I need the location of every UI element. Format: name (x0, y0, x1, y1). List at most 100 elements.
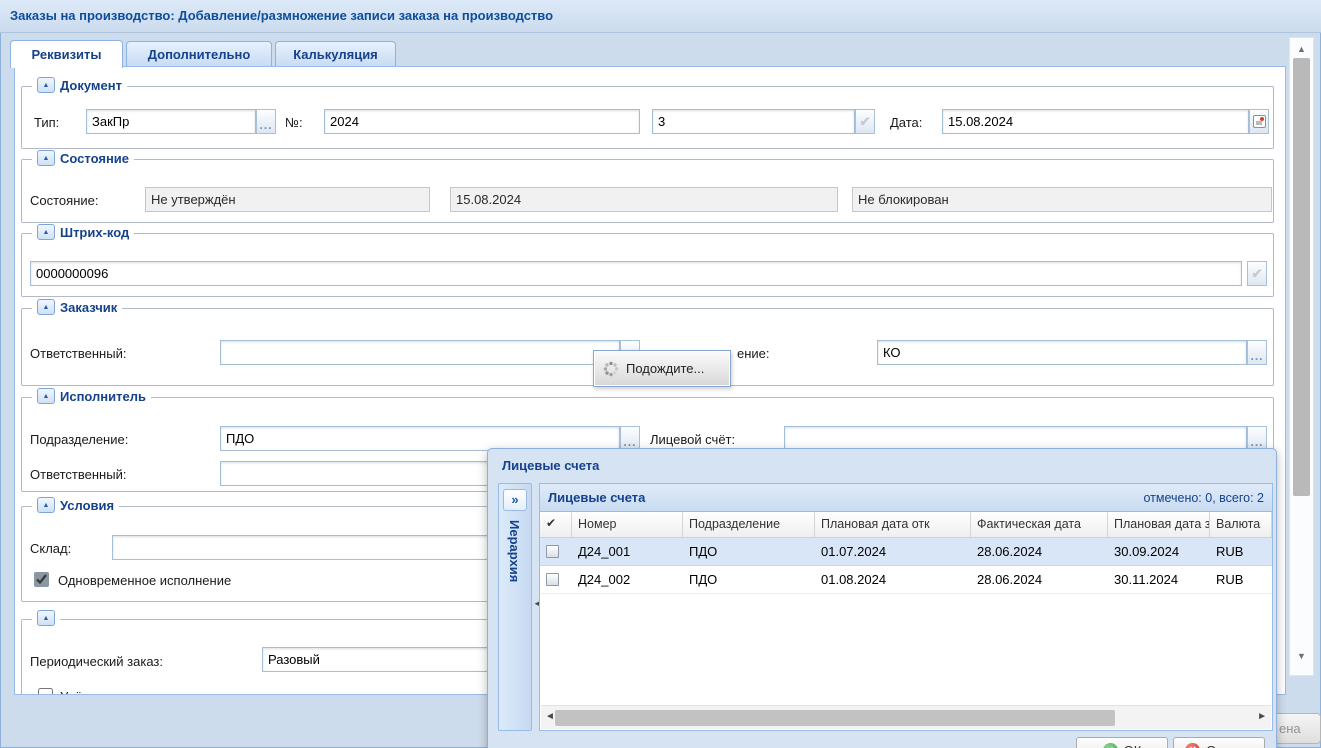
cancel-x-icon: ✘ (1185, 743, 1200, 748)
wait-popup-text: Подождите... (626, 361, 704, 376)
executor-division-label: Подразделение: (30, 432, 128, 447)
collapse-state-button[interactable]: ▲ (37, 150, 55, 166)
fieldset-barcode: ▲ Штрих-код ✔ (21, 233, 1274, 297)
fieldset-executor-legend: Исполнитель (60, 389, 146, 404)
column-currency[interactable]: Валюта (1210, 512, 1272, 537)
scroll-up-icon[interactable]: ▲ (1290, 44, 1313, 54)
calendar-label: Учёт календаря (60, 689, 156, 695)
customer-responsible-label: Ответственный: (30, 346, 126, 361)
date-picker-button[interactable] (1249, 109, 1269, 134)
customer-division-lookup-button[interactable]: ... (1247, 340, 1267, 365)
collapse-conditions-button[interactable]: ▲ (37, 497, 55, 513)
tab-kalkulyaciya[interactable]: Калькуляция (275, 41, 396, 67)
confirm-barcode-button[interactable]: ✔ (1247, 261, 1267, 286)
number-label: №: (285, 115, 303, 130)
cell-fact-open: 28.06.2024 (971, 572, 1108, 587)
customer-division-input[interactable] (877, 340, 1247, 365)
tab-dopolnitelno[interactable]: Дополнительно (126, 41, 272, 67)
scroll-left-icon[interactable]: ◄ (545, 711, 555, 722)
cell-plan-close: 30.11.2024 (1108, 572, 1210, 587)
cell-number: Д24_002 (572, 572, 683, 587)
calendar-icon (1253, 115, 1266, 128)
ok-button-label: ОК (1124, 743, 1142, 748)
status-field (145, 187, 430, 212)
main-scrollbar[interactable]: ▲ ▼ (1289, 37, 1314, 676)
tab-rekvizity[interactable]: Реквизиты (10, 40, 123, 68)
simultaneous-label: Одновременное исполнение (58, 573, 231, 588)
collapse-customer-button[interactable]: ▲ (37, 299, 55, 315)
hscrollbar-thumb[interactable] (555, 710, 1115, 726)
column-plan-open[interactable]: Плановая дата отк (815, 512, 971, 537)
fieldset-conditions-legend: Условия (60, 498, 114, 513)
type-input[interactable] (86, 109, 256, 134)
warehouse-label: Склад: (30, 541, 71, 556)
column-plan-close[interactable]: Плановая дата зак (1108, 512, 1210, 537)
scrollbar-thumb[interactable] (1293, 58, 1310, 496)
window-title: Заказы на производство: Добавление/размн… (10, 8, 553, 23)
cell-number: Д24_001 (572, 544, 683, 559)
cell-currency: RUB (1210, 572, 1272, 587)
grid-horizontal-scrollbar[interactable]: ◄ ► (541, 705, 1271, 729)
row-checkbox[interactable] (546, 545, 559, 558)
column-select-all[interactable]: ✔ (540, 512, 572, 537)
expand-sidebar-button[interactable]: » (503, 489, 527, 511)
barcode-input[interactable] (30, 261, 1242, 286)
scroll-down-icon[interactable]: ▼ (1290, 651, 1313, 661)
cell-plan-open: 01.07.2024 (815, 544, 971, 559)
collapse-document-button[interactable]: ▲ (37, 77, 55, 93)
grid-header: Лицевые счета отмечено: 0, всего: 2 (540, 484, 1272, 512)
account-label: Лицевой счёт: (650, 432, 735, 447)
row-checkbox[interactable] (546, 573, 559, 586)
fieldset-customer-legend: Заказчик (60, 300, 117, 315)
calendar-checkbox[interactable] (38, 688, 53, 695)
collapse-executor-button[interactable]: ▲ (37, 388, 55, 404)
ok-button[interactable]: ✔ ОК (1076, 737, 1168, 748)
simultaneous-checkbox[interactable] (34, 572, 49, 587)
confirm-number-button[interactable]: ✔ (855, 109, 875, 134)
cancel-button-partial[interactable]: ена (1277, 713, 1321, 744)
column-division[interactable]: Подразделение (683, 512, 815, 537)
column-fact-open[interactable]: Фактическая дата (971, 512, 1108, 537)
cell-division: ПДО (683, 572, 815, 587)
fieldset-state-legend: Состояние (60, 151, 129, 166)
fieldset-state: ▲ Состояние Состояние: (21, 159, 1274, 223)
accounts-grid: Лицевые счета отмечено: 0, всего: 2 ✔ Но… (539, 483, 1273, 731)
grid-counter: отмечено: 0, всего: 2 (1143, 491, 1264, 505)
cell-fact-open: 28.06.2024 (971, 544, 1108, 559)
check-icon: ✔ (860, 114, 871, 129)
state-label: Состояние: (30, 193, 98, 208)
grid-title: Лицевые счета (548, 490, 645, 505)
block-status-field (852, 187, 1272, 212)
status-date-field (450, 187, 838, 212)
hierarchy-sidebar: » Иерархия (498, 483, 532, 731)
executor-responsible-label: Ответственный: (30, 467, 126, 482)
cell-currency: RUB (1210, 544, 1272, 559)
cell-plan-open: 01.08.2024 (815, 572, 971, 587)
dialog-cancel-button[interactable]: ✘ Отмена (1173, 737, 1265, 748)
ok-check-icon: ✔ (1103, 743, 1118, 748)
app-window: Заказы на производство: Добавление/размн… (0, 0, 1321, 748)
periodic-order-label: Периодический заказ: (30, 654, 163, 669)
dialog-title: Лицевые счета (502, 458, 599, 473)
table-row[interactable]: Д24_001 ПДО 01.07.2024 28.06.2024 30.09.… (540, 538, 1272, 566)
select-all-check-icon: ✔ (546, 516, 556, 530)
cancel-button-label: Отмена (1206, 743, 1253, 748)
cell-division: ПДО (683, 544, 815, 559)
wait-popup: Подождите... (593, 350, 731, 387)
fieldset-document-legend: Документ (60, 78, 122, 93)
grid-column-headers: ✔ Номер Подразделение Плановая дата отк … (540, 512, 1272, 538)
collapse-periodic-button[interactable]: ▲ (37, 610, 55, 626)
sidebar-tab-hierarchy[interactable]: Иерархия (507, 520, 522, 582)
customer-responsible-input[interactable] (220, 340, 620, 365)
type-lookup-button[interactable]: ... (256, 109, 276, 134)
date-input[interactable] (942, 109, 1249, 134)
fieldset-document: ▲ Документ Тип: ... №: ✔ Дата: (21, 86, 1274, 149)
number-year-input[interactable] (324, 109, 640, 134)
table-row[interactable]: Д24_002 ПДО 01.08.2024 28.06.2024 30.11.… (540, 566, 1272, 594)
column-number[interactable]: Номер (572, 512, 683, 537)
cell-plan-close: 30.09.2024 (1108, 544, 1210, 559)
scroll-right-icon[interactable]: ► (1257, 711, 1267, 722)
number-seq-input[interactable] (652, 109, 855, 134)
date-label: Дата: (890, 115, 922, 130)
collapse-barcode-button[interactable]: ▲ (37, 224, 55, 240)
